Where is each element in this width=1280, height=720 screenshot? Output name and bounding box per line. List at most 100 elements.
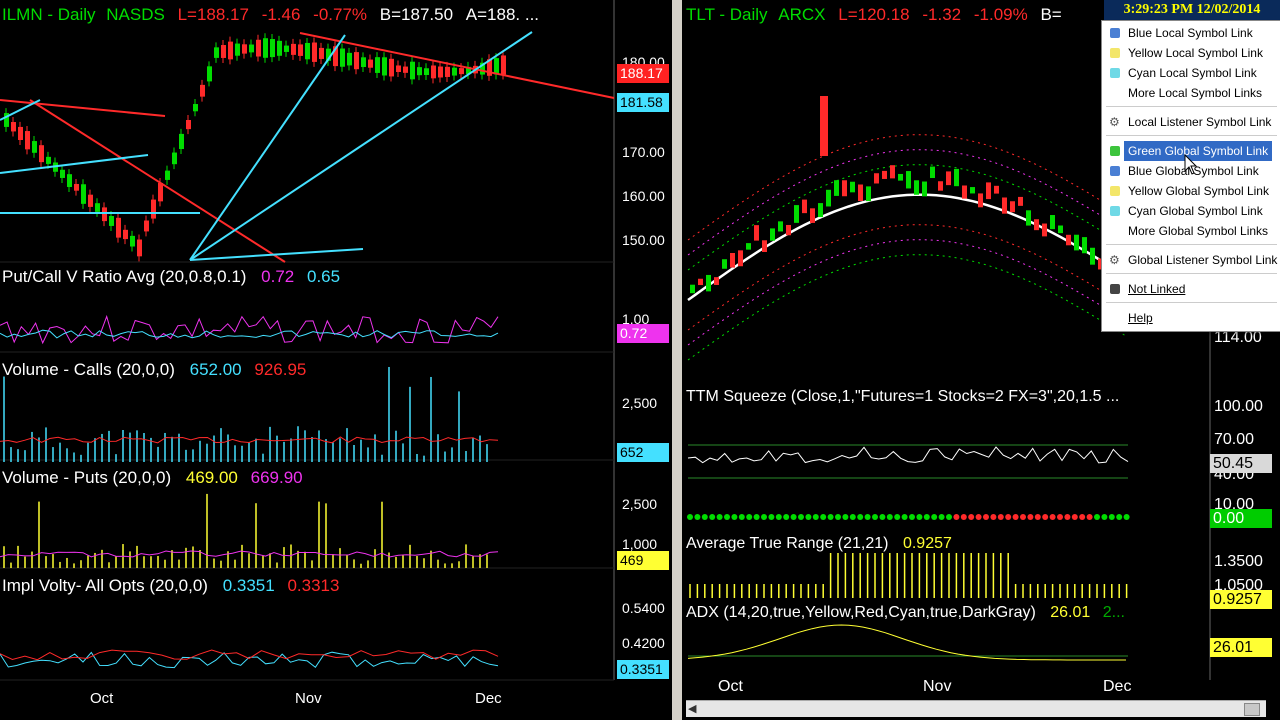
menu-item-more-global-links[interactable]: More Global Symbol Links xyxy=(1102,221,1280,241)
squeeze-dot xyxy=(1071,514,1078,520)
menu-item-global-listener-link[interactable]: ⚙ Global Listener Symbol Link xyxy=(1102,250,1280,270)
gear-icon: ⚙ xyxy=(1109,253,1120,267)
ilmn-last: L=188.17 xyxy=(177,5,249,24)
ttm-axis-tick: 70.00 xyxy=(1214,431,1255,448)
ttm-indicator-label: TTM Squeeze (Close,1,"Futures=1 Stocks=2… xyxy=(686,388,1120,405)
price-candle xyxy=(214,47,219,58)
menu-item-cyan-local-link[interactable]: Cyan Local Symbol Link xyxy=(1102,63,1280,83)
price-candle xyxy=(200,84,205,97)
horizontal-scrollbar[interactable]: ◀ xyxy=(686,700,1266,717)
menu-item-more-local-links[interactable]: More Local Symbol Links xyxy=(1102,83,1280,103)
color-swatch-icon xyxy=(1110,284,1120,294)
price-candle xyxy=(228,41,233,60)
squeeze-dot xyxy=(1027,514,1034,520)
ilmn-axis-tick: 170.00 xyxy=(622,144,665,160)
tlt-candle xyxy=(978,193,983,208)
ilmn-date-label: Nov xyxy=(295,690,322,707)
tlt-candle xyxy=(946,171,951,186)
squeeze-dot xyxy=(768,514,775,520)
ilmn-chart-window[interactable]: ILMN - Daily NASDS L=188.17 -1.46 -0.77%… xyxy=(0,0,672,720)
menu-item-cyan-global-link[interactable]: Cyan Global Symbol Link xyxy=(1102,201,1280,221)
tlt-candle xyxy=(898,173,903,181)
menu-item-help[interactable]: Help xyxy=(1102,308,1280,328)
tlt-change: -1.32 xyxy=(922,5,962,24)
menu-item-blue-local-link[interactable]: Blue Local Symbol Link xyxy=(1102,23,1280,43)
ilmn-date-label: Oct xyxy=(90,690,114,707)
menu-separator xyxy=(1106,135,1277,136)
calls-value-1: 652.00 xyxy=(189,360,242,379)
menu-item-yellow-global-link[interactable]: Yellow Global Symbol Link xyxy=(1102,181,1280,201)
squeeze-dot xyxy=(842,514,849,520)
price-candle xyxy=(151,199,156,219)
squeeze-dot xyxy=(857,514,864,520)
tlt-candle xyxy=(970,187,975,194)
menu-item-not-linked[interactable]: Not Linked xyxy=(1102,279,1280,299)
squeeze-dot xyxy=(716,514,723,520)
color-swatch-icon xyxy=(1110,186,1120,196)
adx-value-2: 2... xyxy=(1102,604,1125,621)
atr-value-tag: 0.9257 xyxy=(1210,590,1272,609)
tlt-candle xyxy=(1010,201,1015,213)
price-candle xyxy=(368,59,373,68)
price-candle xyxy=(74,183,79,191)
ttm-axis-tick: 100.00 xyxy=(1214,398,1263,415)
color-swatch-icon xyxy=(1110,48,1120,58)
price-candle xyxy=(347,52,352,66)
iv-value-tag: 0.3351 xyxy=(617,660,669,679)
tlt-candle xyxy=(722,259,727,269)
squeeze-dot xyxy=(1057,514,1063,520)
puts-axis-tick: 2,500 xyxy=(622,496,658,512)
tlt-candle xyxy=(770,228,775,241)
menu-item-local-listener-link[interactable]: ⚙ Local Listener Symbol Link xyxy=(1102,112,1280,132)
squeeze-dot xyxy=(820,514,827,520)
atr-axis-tick: 1.3500 xyxy=(1214,553,1263,570)
tlt-candle xyxy=(842,180,847,197)
squeeze-dot xyxy=(1064,514,1071,520)
system-clock: 3:29:23 PM 12/02/2014 xyxy=(1104,0,1280,20)
ilmn-symbol: ILMN - Daily xyxy=(2,5,96,24)
tlt-candle xyxy=(1026,210,1031,226)
squeeze-dot xyxy=(724,514,730,520)
price-candle xyxy=(410,61,415,80)
tlt-candle xyxy=(1066,234,1071,246)
price-candle xyxy=(88,194,93,207)
puts-value-2: 669.90 xyxy=(250,468,303,487)
price-candle xyxy=(312,42,317,62)
price-candle xyxy=(319,47,324,59)
calls-average-line xyxy=(0,436,499,444)
price-candle xyxy=(256,39,261,57)
tlt-candle xyxy=(1050,215,1055,230)
symbol-link-context-menu[interactable]: Blue Local Symbol Link Yellow Local Symb… xyxy=(1101,20,1280,332)
tlt-candle xyxy=(962,185,967,199)
ilmn-change: -1.46 xyxy=(261,5,301,24)
tlt-candle xyxy=(930,166,935,179)
price-candle xyxy=(39,145,44,163)
price-candle xyxy=(249,44,254,53)
scroll-left-arrow-icon[interactable]: ◀ xyxy=(688,702,696,715)
squeeze-dot xyxy=(1042,514,1049,520)
tlt-candle xyxy=(906,171,911,189)
price-candle xyxy=(11,122,16,132)
tlt-date-label: Oct xyxy=(718,678,743,695)
price-candle xyxy=(144,220,149,232)
window-splitter[interactable] xyxy=(672,0,682,720)
scroll-thumb[interactable] xyxy=(1244,703,1260,716)
squeeze-dot xyxy=(731,514,738,520)
menu-item-yellow-local-link[interactable]: Yellow Local Symbol Link xyxy=(1102,43,1280,63)
iv-axis-tick: 0.4200 xyxy=(622,635,665,651)
tlt-candle xyxy=(882,170,887,179)
squeeze-dot xyxy=(968,514,975,520)
keltner-midline xyxy=(687,193,1127,302)
mouse-cursor-icon xyxy=(1184,154,1198,175)
price-candle xyxy=(284,45,289,52)
puts-value-tag: 469 xyxy=(617,551,669,570)
price-candle xyxy=(263,38,268,58)
trend-line-cyan xyxy=(189,248,364,261)
price-candle xyxy=(375,57,380,73)
squeeze-dot xyxy=(746,514,753,520)
price-candle xyxy=(235,43,240,56)
price-candle xyxy=(270,39,275,58)
squeeze-dot xyxy=(938,514,945,520)
tlt-candle xyxy=(954,168,959,187)
tlt-candle xyxy=(690,284,695,294)
